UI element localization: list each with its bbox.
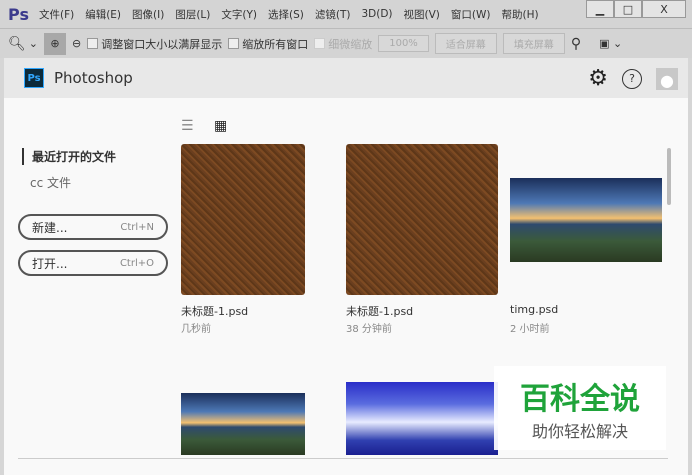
divider: [18, 458, 668, 459]
open-button[interactable]: 打开... Ctrl+O: [18, 250, 168, 276]
sidebar-item-recent[interactable]: 最近打开的文件: [22, 148, 116, 165]
photoshop-logo: Ps: [24, 68, 44, 88]
watermark-subtitle: 助你轻松解决: [531, 422, 628, 441]
fill-screen-button[interactable]: 填充屏幕: [502, 33, 565, 54]
file-thumbnail[interactable]: [181, 393, 305, 455]
scrollbar[interactable]: [667, 148, 671, 205]
workspace-icon[interactable]: ▣ ⌄: [599, 37, 622, 50]
file-thumbnail[interactable]: [346, 144, 498, 295]
menu-view[interactable]: 视图(V): [404, 7, 440, 22]
app-header: Ps Photoshop ⚙ ? ●: [4, 58, 688, 98]
menu-edit[interactable]: 编辑(E): [85, 7, 121, 22]
menu-type[interactable]: 文字(Y): [221, 7, 257, 22]
maximize-button[interactable]: □: [614, 0, 642, 18]
zoom-icon: 🔍︎: [8, 35, 26, 52]
menu-window[interactable]: 窗口(W): [451, 7, 491, 22]
grid-view-icon[interactable]: ▦: [214, 118, 227, 134]
fit-screen-button[interactable]: 适合屏幕: [434, 33, 497, 54]
menu-3d[interactable]: 3D(D): [361, 8, 392, 20]
watermark-title: 百科全说: [520, 382, 640, 417]
gear-icon[interactable]: ⚙: [588, 66, 608, 91]
file-name[interactable]: timg.psd: [510, 303, 558, 316]
new-label: 新建...: [32, 220, 68, 235]
menu-bar: Ps 文件(F) 编辑(E) 图像(I) 图层(L) 文字(Y) 选择(S) 滤…: [0, 0, 692, 28]
menu-select[interactable]: 选择(S): [268, 7, 304, 22]
open-label: 打开...: [32, 256, 68, 271]
close-button[interactable]: X: [642, 0, 686, 18]
watermark: 百科全说 助你轻松解决: [494, 366, 666, 450]
open-shortcut: Ctrl+O: [119, 257, 154, 269]
file-time: 几秒前: [181, 324, 211, 335]
resize-windows-checkbox[interactable]: 调整窗口大小以满屏显示: [87, 36, 222, 52]
list-view-icon[interactable]: ☰: [181, 118, 194, 134]
new-button[interactable]: 新建... Ctrl+N: [18, 214, 168, 240]
file-time: 2 小时前: [510, 324, 550, 335]
zoom-in-icon: ⊕: [50, 37, 60, 50]
zoom-in-button[interactable]: ⊕: [44, 32, 66, 55]
menu-filter[interactable]: 滤镜(T): [315, 7, 351, 22]
menu-layer[interactable]: 图层(L): [175, 7, 210, 22]
zoom-tool-preset[interactable]: 🔍︎ ⌄: [8, 36, 38, 52]
file-thumbnail[interactable]: [346, 382, 498, 455]
resize-windows-label: 调整窗口大小以满屏显示: [101, 37, 223, 51]
menu-help[interactable]: 帮助(H): [501, 7, 538, 22]
file-time: 38 分钟前: [346, 324, 392, 335]
scrubby-label: 细微缩放: [328, 37, 373, 51]
ps-logo: Ps: [8, 4, 29, 24]
minimize-button[interactable]: ▁: [586, 0, 614, 18]
zoom-all-checkbox[interactable]: 缩放所有窗口: [228, 36, 308, 52]
options-bar: 🔍︎ ⌄ ⊕ ⊖ 调整窗口大小以满屏显示 缩放所有窗口 细微缩放 100% 适合屏…: [0, 28, 692, 58]
zoom-out-button[interactable]: ⊖: [72, 37, 81, 50]
new-shortcut: Ctrl+N: [120, 221, 154, 233]
sidebar-item-cc[interactable]: cc 文件: [30, 174, 71, 191]
avatar[interactable]: ●: [656, 67, 678, 90]
file-thumbnail[interactable]: [181, 144, 305, 295]
zoom-out-icon: ⊖: [72, 37, 82, 50]
start-workspace: Ps Photoshop ⚙ ? ● ☰ ▦ 最近打开的文件 cc 文件 新建.…: [4, 58, 688, 475]
file-name[interactable]: 未标题-1.psd: [181, 303, 248, 319]
app-title: Photoshop: [54, 69, 133, 87]
zoom-all-label: 缩放所有窗口: [242, 37, 309, 51]
menu-file[interactable]: 文件(F): [39, 7, 74, 22]
file-thumbnail[interactable]: [510, 178, 662, 262]
help-icon[interactable]: ?: [622, 68, 642, 89]
zoom-level-button[interactable]: 100%: [378, 35, 429, 52]
file-name[interactable]: 未标题-1.psd: [346, 303, 413, 319]
scrubby-zoom-checkbox[interactable]: 细微缩放: [314, 36, 372, 52]
search-icon[interactable]: ⚲: [571, 36, 581, 52]
menu-image[interactable]: 图像(I): [132, 7, 164, 22]
